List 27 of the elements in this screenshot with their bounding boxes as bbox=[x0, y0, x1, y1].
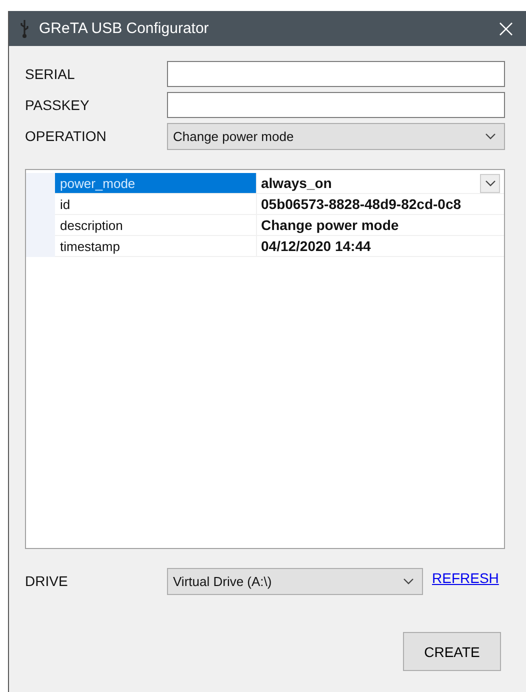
operation-dropdown[interactable]: Change power mode bbox=[167, 122, 505, 150]
chevron-icon bbox=[485, 132, 496, 140]
property-name[interactable]: id bbox=[55, 194, 257, 215]
dropdown-button[interactable] bbox=[480, 174, 500, 192]
field-label: DRIVE bbox=[25, 573, 69, 589]
property-name[interactable]: power_mode bbox=[55, 173, 257, 194]
property-name[interactable]: timestamp bbox=[55, 236, 257, 257]
property-value: 04/12/2020 14:44 bbox=[261, 238, 371, 254]
property-value: Change power mode bbox=[261, 217, 399, 233]
window-title: GReTA USB Configurator bbox=[39, 20, 210, 37]
property-value: 05b06573-8828-48d9-82cd-0c8 bbox=[261, 196, 462, 212]
row-gutter bbox=[26, 236, 55, 257]
input-field[interactable] bbox=[167, 92, 505, 118]
refresh-link[interactable]: REFRESH bbox=[432, 570, 499, 586]
field-label: OPERATION bbox=[25, 128, 108, 144]
property-value: always_on bbox=[261, 175, 332, 191]
field-label: SERIAL bbox=[25, 66, 76, 82]
usb-icon bbox=[19, 18, 30, 38]
row-gutter bbox=[26, 173, 55, 194]
field-label: PASSKEY bbox=[25, 97, 90, 113]
close-icon bbox=[499, 22, 513, 36]
chevron-icon bbox=[484, 180, 496, 186]
create-button[interactable]: CREATE bbox=[403, 632, 501, 671]
chevron-icon bbox=[403, 578, 414, 584]
drive-dropdown[interactable]: Virtual Drive (A:\) bbox=[167, 568, 423, 594]
input-field[interactable] bbox=[167, 61, 505, 87]
property-name[interactable]: description bbox=[55, 215, 257, 236]
